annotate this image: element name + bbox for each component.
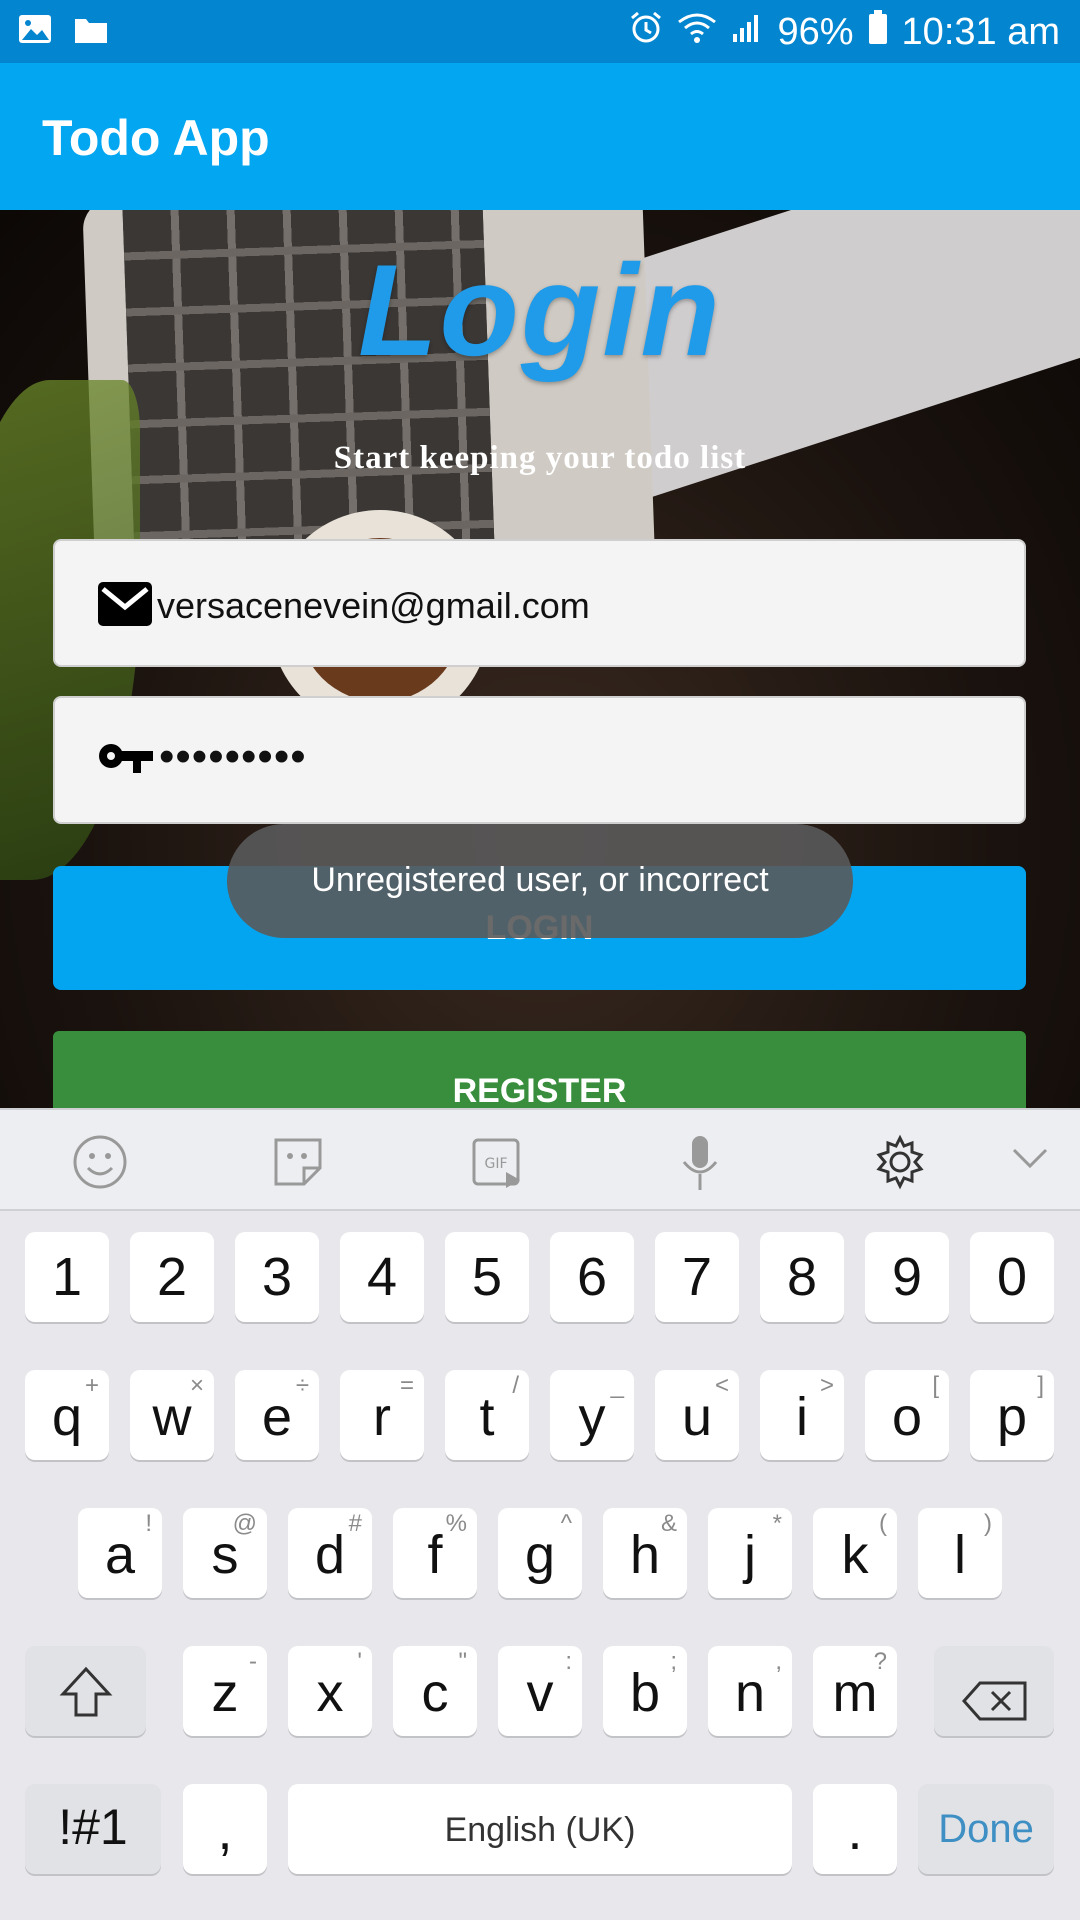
clock: 10:31 am xyxy=(901,10,1060,53)
key-d[interactable]: # d xyxy=(288,1508,372,1598)
space-bar[interactable]: English (UK) xyxy=(288,1784,792,1874)
key-l[interactable]: ) l xyxy=(918,1508,1002,1598)
key-b[interactable]: ; b xyxy=(603,1646,687,1736)
app-title: Todo App xyxy=(42,110,270,166)
key-9[interactable]: 9 xyxy=(865,1232,949,1322)
key-2[interactable]: 2 xyxy=(130,1232,214,1322)
svg-text:GIF: GIF xyxy=(484,1156,507,1172)
key-m[interactable]: ? m xyxy=(813,1646,897,1736)
key-e[interactable]: ÷ e xyxy=(235,1370,319,1460)
key-x[interactable]: ' x xyxy=(288,1646,372,1736)
key-i[interactable]: > i xyxy=(760,1370,844,1460)
key-0[interactable]: 0 xyxy=(970,1232,1054,1322)
email-field[interactable]: versacenevein@gmail.com xyxy=(53,539,1026,667)
key-r[interactable]: = r xyxy=(340,1370,424,1460)
backspace-key[interactable] xyxy=(934,1646,1054,1736)
key-s[interactable]: @ s xyxy=(183,1508,267,1598)
wifi-icon xyxy=(677,11,717,54)
key-o[interactable]: [o xyxy=(865,1370,949,1460)
comma-key[interactable]: , xyxy=(183,1784,267,1874)
done-key[interactable]: Done xyxy=(918,1784,1054,1874)
microphone-icon[interactable] xyxy=(672,1134,728,1190)
register-button[interactable]: REGISTER xyxy=(53,1031,1026,1110)
gif-icon[interactable]: GIF xyxy=(470,1134,526,1190)
symbols-key[interactable]: !#1 xyxy=(25,1784,161,1874)
gallery-icon xyxy=(18,14,52,49)
key-w[interactable]: × w xyxy=(130,1370,214,1460)
shift-key[interactable] xyxy=(25,1646,146,1736)
key-h[interactable]: & h xyxy=(603,1508,687,1598)
sticker-icon[interactable] xyxy=(270,1134,326,1190)
login-subtitle: Start keeping your todo list xyxy=(333,440,747,476)
key-p[interactable]: ] p xyxy=(970,1370,1054,1460)
shift-arrow-icon xyxy=(59,1666,113,1731)
key-n[interactable]: ,n xyxy=(708,1646,792,1736)
soft-keyboard: GIF 1 2 3 4 5 6 7 8 9 0 + q × w ÷ e = r / t _… xyxy=(0,1108,1080,1920)
status-bar: 96% 10:31 am xyxy=(0,0,1080,63)
password-field[interactable]: ••••••••• xyxy=(53,696,1026,824)
backspace-icon xyxy=(961,1672,1028,1734)
key-t[interactable]: / t xyxy=(445,1370,529,1460)
key-5[interactable]: 5 xyxy=(445,1232,529,1322)
key-8[interactable]: 8 xyxy=(760,1232,844,1322)
key-c[interactable]: " c xyxy=(393,1646,477,1736)
key-k[interactable]: (k xyxy=(813,1508,897,1598)
signal-icon xyxy=(731,11,763,54)
app-bar: Todo App xyxy=(0,63,1080,210)
settings-gear-icon[interactable] xyxy=(872,1134,928,1190)
email-value: versacenevein@gmail.com xyxy=(157,585,590,626)
key-a[interactable]: ! a xyxy=(78,1508,162,1598)
key-1[interactable]: 1 xyxy=(25,1232,109,1322)
key-3[interactable]: 3 xyxy=(235,1232,319,1322)
key-g[interactable]: ^ g xyxy=(498,1508,582,1598)
period-key[interactable]: . xyxy=(813,1784,897,1874)
key-u[interactable]: < u xyxy=(655,1370,739,1460)
mail-icon xyxy=(97,581,153,629)
key-j[interactable]: * j xyxy=(708,1508,792,1598)
chevron-down-icon[interactable] xyxy=(1012,1146,1068,1202)
login-heading: Login xyxy=(358,237,722,383)
error-toast: Unregistered user, or incorrect xyxy=(227,824,853,938)
key-icon xyxy=(97,742,153,790)
alarm-icon xyxy=(629,10,663,54)
key-v[interactable]: :v xyxy=(498,1646,582,1736)
emoji-icon[interactable] xyxy=(72,1134,128,1190)
key-z[interactable]: -z xyxy=(183,1646,267,1736)
key-7[interactable]: 7 xyxy=(655,1232,739,1322)
key-q[interactable]: + q xyxy=(25,1370,109,1460)
key-f[interactable]: % f xyxy=(393,1508,477,1598)
key-4[interactable]: 4 xyxy=(340,1232,424,1322)
password-value: ••••••••• xyxy=(159,732,307,781)
battery-percent: 96% xyxy=(777,10,854,53)
battery-icon xyxy=(868,10,888,54)
keyboard-toolbar: GIF xyxy=(0,1108,1080,1211)
key-y[interactable]: _ y xyxy=(550,1370,634,1460)
key-6[interactable]: 6 xyxy=(550,1232,634,1322)
folder-icon xyxy=(74,14,108,49)
